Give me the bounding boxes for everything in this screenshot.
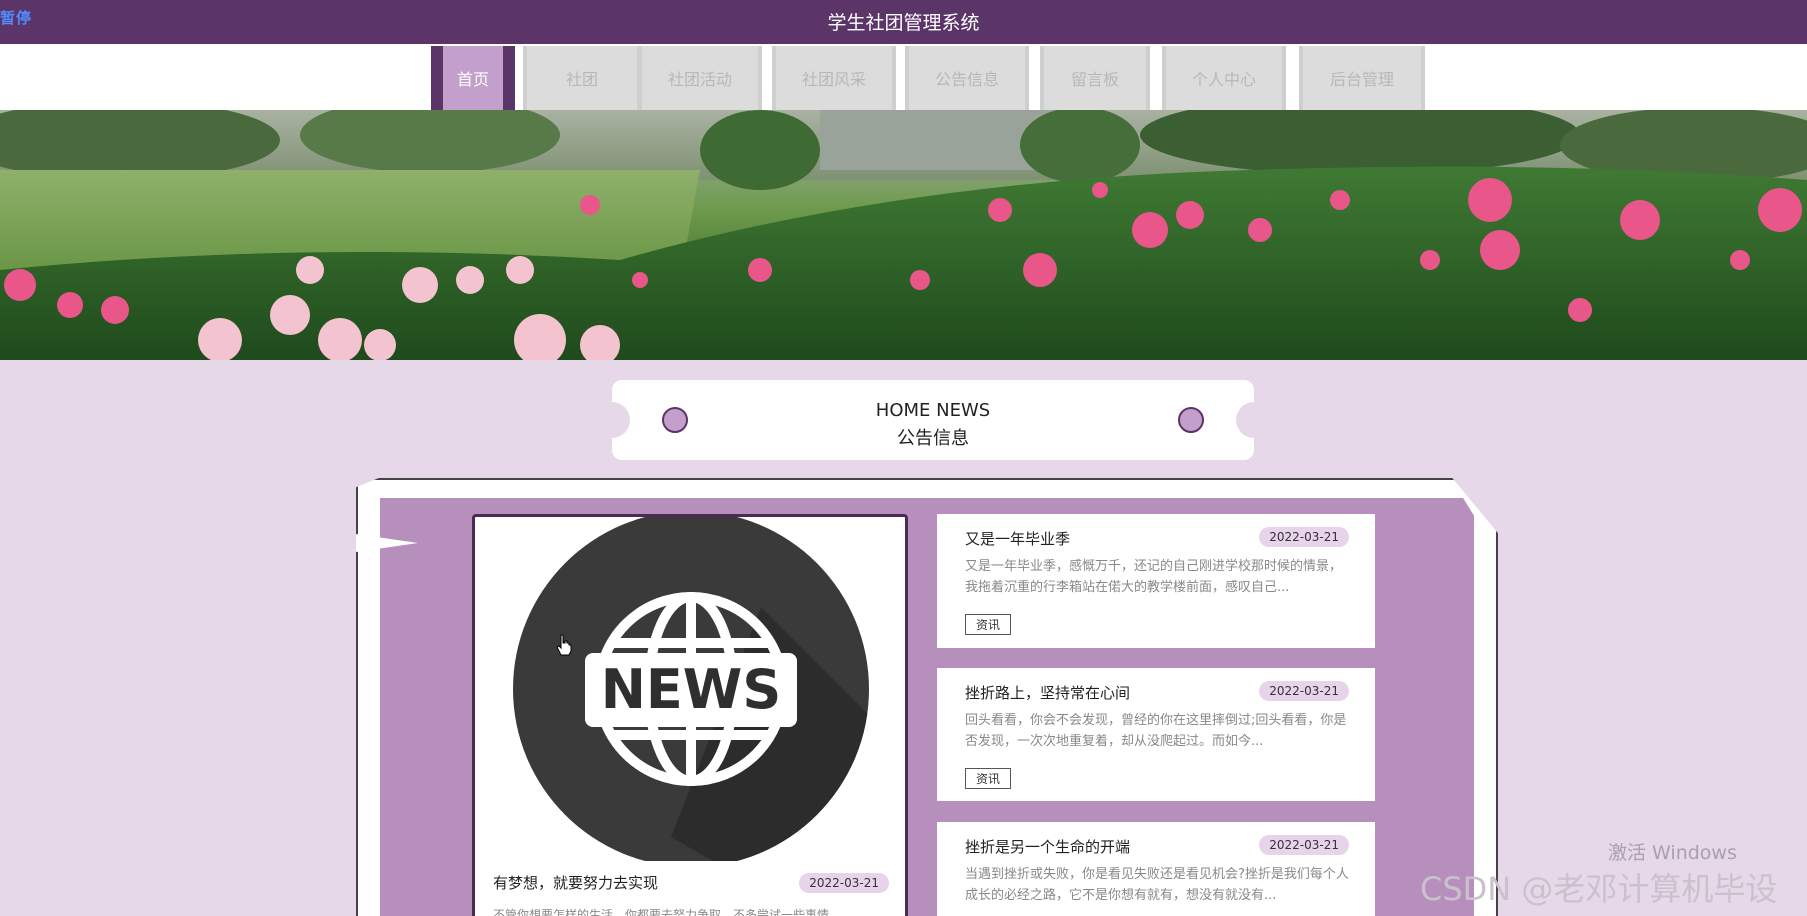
- news-card-date: 2022-03-21: [1259, 681, 1349, 701]
- news-card-desc: 回头看看，你会不会发现，曾经的你在这里摔倒过;回头看看，你是否发现，一次次地重复…: [965, 713, 1347, 749]
- news-image-text: NEWS: [601, 658, 782, 721]
- nav-item-label: 首页: [456, 70, 489, 89]
- section-title-cn: 公告信息: [897, 428, 969, 449]
- news-card-desc: 又是一年毕业季，感慨万千，还记的自己刚进学校那时候的情景，我拖着沉重的行李箱站在…: [965, 559, 1343, 595]
- nav-item-club-activities[interactable]: 社团活动: [638, 46, 762, 110]
- news-card[interactable]: 又是一年毕业季 2022-03-21 又是一年毕业季，感慨万千，还记的自己刚进学…: [937, 514, 1375, 648]
- news-globe-image: NEWS: [513, 517, 869, 861]
- nav-item-clubs[interactable]: 社团: [523, 46, 641, 110]
- news-card-tag[interactable]: 资讯: [965, 768, 1012, 789]
- nav-item-label: 社团活动: [667, 70, 732, 89]
- nav-item-profile[interactable]: 个人中心: [1162, 46, 1286, 110]
- banner-peony-illustration: [0, 110, 1807, 360]
- csdn-watermark: CSDN @老邓计算机毕设: [1420, 870, 1778, 908]
- nav-item-message-board[interactable]: 留言板: [1040, 46, 1150, 110]
- news-card-desc: 当遇到挫折或失败，你是看见失败还是看见机会?挫折是我们每个人成长的必经之路，它不…: [965, 867, 1349, 903]
- nav-item-club-style[interactable]: 社团风采: [772, 46, 896, 110]
- news-card-title[interactable]: 又是一年毕业季: [965, 528, 1070, 549]
- nav-item-announcements[interactable]: 公告信息: [905, 46, 1029, 110]
- hand-cursor-icon: [556, 634, 572, 656]
- featured-news-desc: 不管你想要怎样的生活，你都要去努力争取，不多尝试一些事情: [493, 908, 830, 916]
- site-title: 学生社团管理系统: [827, 12, 980, 34]
- news-card-title[interactable]: 挫折路上，坚持常在心间: [965, 682, 1130, 703]
- news-card[interactable]: 挫折路上，坚持常在心间 2022-03-21 回头看看，你会不会发现，曾经的你在…: [937, 668, 1375, 801]
- section-header: HOME NEWS 公告信息: [594, 380, 1272, 460]
- main-nav: 首页 社团 社团活动 社团风采 公告信息 留言板 个人中心 后台管理: [0, 44, 1807, 110]
- news-card-date: 2022-03-21: [1259, 835, 1349, 855]
- nav-item-admin[interactable]: 后台管理: [1299, 46, 1425, 110]
- nav-item-label: 社团风采: [801, 70, 866, 89]
- news-card-tag[interactable]: 资讯: [965, 614, 1012, 635]
- featured-news-card[interactable]: NEWS 有梦想，就要努力去实现 2022-03-21 不管你想要怎样的生活，你…: [472, 514, 908, 916]
- banner-image: [0, 110, 1807, 360]
- nav-item-label: 公告信息: [934, 70, 999, 89]
- nav-item-label: 社团: [565, 70, 598, 89]
- news-card-title[interactable]: 挫折是另一个生命的开端: [965, 836, 1130, 857]
- nav-item-home[interactable]: 首页: [431, 46, 515, 110]
- windows-activation-watermark: 激活 Windows: [1608, 842, 1737, 864]
- news-card[interactable]: 挫折是另一个生命的开端 2022-03-21 当遇到挫折或失败，你是看见失败还是…: [937, 822, 1375, 916]
- nav-item-label: 后台管理: [1329, 70, 1394, 89]
- section-title-en: HOME NEWS: [875, 400, 991, 421]
- nav-item-label: 留言板: [1070, 70, 1119, 89]
- featured-news-date: 2022-03-21: [799, 873, 889, 893]
- top-bar: 暂停 学生社团管理系统: [0, 0, 1807, 44]
- nav-item-label: 个人中心: [1191, 70, 1256, 89]
- news-card-date: 2022-03-21: [1259, 527, 1349, 547]
- featured-news-title[interactable]: 有梦想，就要努力去实现: [493, 872, 658, 893]
